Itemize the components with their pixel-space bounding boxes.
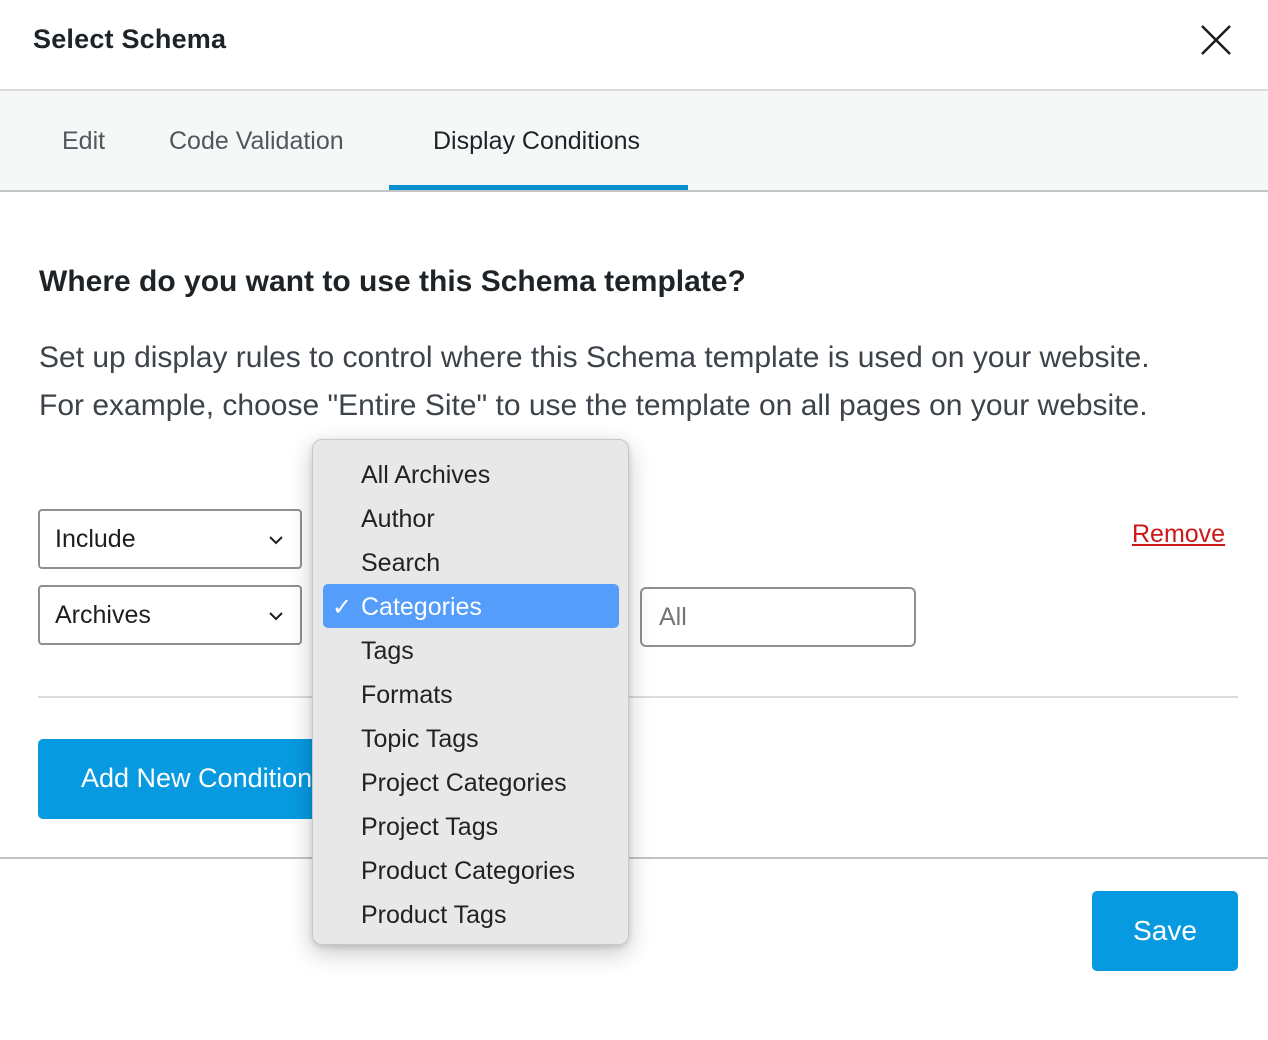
dropdown-option[interactable]: Author <box>323 496 619 540</box>
condition-type-select[interactable]: Archives <box>38 585 302 645</box>
dropdown-option[interactable]: Project Tags <box>323 804 619 848</box>
dropdown-option[interactable]: Tags <box>323 628 619 672</box>
dropdown-option-label: All Archives <box>361 461 491 489</box>
select-schema-modal: Select Schema Edit Code Validation Displ… <box>0 0 1268 1040</box>
remove-condition-link[interactable]: Remove <box>1132 520 1225 549</box>
active-tab-indicator <box>389 185 688 190</box>
tab-code-validation[interactable]: Code Validation <box>169 127 344 156</box>
dropdown-option-label: Project Categories <box>361 769 567 797</box>
dropdown-option[interactable]: Product Categories <box>323 848 619 892</box>
condition-target-input[interactable]: All <box>640 587 916 647</box>
section-description: Set up display rules to control where th… <box>39 341 1150 422</box>
rule-select-value: Include <box>55 525 136 553</box>
chevron-down-icon <box>269 612 283 621</box>
save-button[interactable]: Save <box>1092 891 1238 971</box>
tab-bar: Edit Code Validation Display Conditions <box>0 89 1268 192</box>
condition-type-value: Archives <box>55 601 151 629</box>
tab-display-conditions[interactable]: Display Conditions <box>433 127 640 156</box>
dropdown-option-label: Formats <box>361 681 453 709</box>
divider <box>38 696 1238 698</box>
dropdown-option[interactable]: ✓ Categories <box>323 584 619 628</box>
dropdown-option-label: Product Categories <box>361 857 576 885</box>
modal-header: Select Schema <box>0 0 1268 89</box>
dropdown-option-label: Author <box>361 505 435 533</box>
section-heading: Where do you want to use this Schema tem… <box>39 265 746 298</box>
dropdown-option[interactable]: All Archives <box>323 452 619 496</box>
dropdown-option-label: Topic Tags <box>361 725 479 753</box>
tab-edit[interactable]: Edit <box>62 127 105 156</box>
checkmark-icon: ✓ <box>332 594 353 621</box>
dropdown-option-label: Product Tags <box>361 901 507 929</box>
archive-type-dropdown-menu: All Archives Author Search ✓ Categories Tags F… <box>312 439 629 945</box>
close-button[interactable] <box>1196 20 1236 60</box>
dropdown-option[interactable]: Formats <box>323 672 619 716</box>
dropdown-option-label: Search <box>361 549 441 577</box>
dropdown-option-label: Project Tags <box>361 813 499 841</box>
rule-select[interactable]: Include <box>38 509 302 569</box>
modal-title: Select Schema <box>33 24 227 54</box>
dropdown-option[interactable]: Project Categories <box>323 760 619 804</box>
dropdown-option-label: Categories <box>361 593 482 621</box>
close-icon <box>1201 25 1231 55</box>
chevron-down-icon <box>269 536 283 545</box>
footer-divider <box>0 857 1268 859</box>
dropdown-option[interactable]: Topic Tags <box>323 716 619 760</box>
dropdown-option-label: Tags <box>361 637 414 665</box>
dropdown-option[interactable]: Search <box>323 540 619 584</box>
add-new-condition-label: Add New Condition <box>81 763 313 793</box>
dropdown-option[interactable]: Product Tags <box>323 892 619 936</box>
add-new-condition-button[interactable]: Add New Condition <box>38 739 338 819</box>
